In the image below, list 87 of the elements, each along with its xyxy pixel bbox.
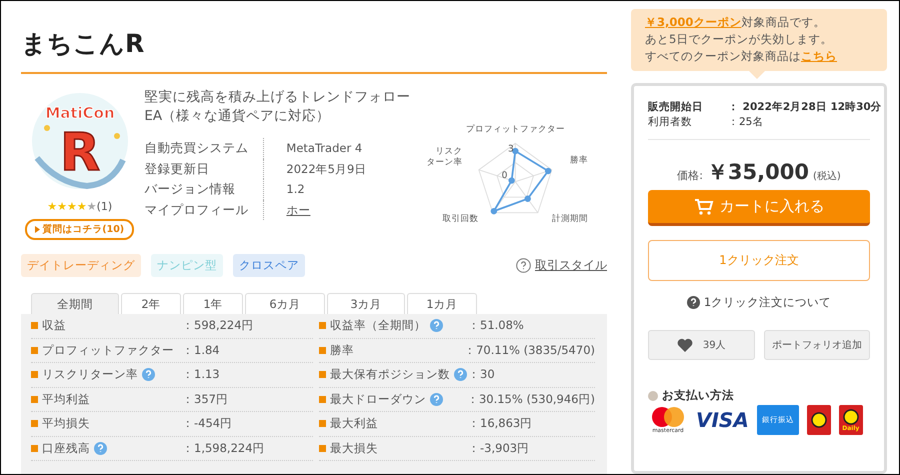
stat-label: 最大損失 — [330, 440, 378, 456]
help-icon — [686, 296, 700, 309]
stat-label: 口座残高 — [42, 440, 90, 456]
sale-value: ：25名 — [728, 115, 764, 129]
bullet-icon — [31, 396, 38, 403]
bullet-icon — [319, 322, 326, 330]
sale-label: 販売開始日 — [648, 100, 704, 114]
info-value: MetaTrader 4 — [286, 141, 362, 155]
period-tab[interactable]: 1カ月 — [407, 293, 477, 314]
style-tag: デイトレーディング — [21, 254, 141, 277]
stat-value: ：-454円 — [182, 416, 232, 432]
axis-label: プロフィットファクター — [466, 124, 566, 134]
stat-value: ：70.11% (3835/5470) — [464, 342, 595, 358]
visa-logo: VISA — [696, 408, 749, 432]
cart-icon — [694, 198, 714, 216]
help-icon — [516, 258, 531, 273]
axis-label: 計測期間 — [552, 214, 588, 224]
payment-title: お支払い方法 — [662, 388, 734, 403]
add-portfolio-button[interactable]: ポートフォリオ追加 — [764, 330, 870, 360]
bullet-icon — [319, 396, 326, 403]
coupon-text: あと5日でクーポンが失効します。 — [645, 31, 834, 48]
tick-label: 3 — [508, 144, 514, 155]
daily-logo — [806, 405, 831, 435]
stat-label: リスクリターン率 — [42, 367, 138, 382]
bullet-icon — [319, 444, 326, 452]
star-rating: ★★★★★(1) — [47, 200, 112, 213]
bullet-icon — [31, 444, 38, 452]
stat-label: 収益 — [42, 318, 66, 334]
tick-label: 0 — [502, 171, 508, 182]
bullet-icon — [648, 390, 658, 400]
bullet-icon — [31, 420, 38, 428]
info-value: 2022年5月9日 — [286, 162, 366, 176]
period-tab[interactable]: 2年 — [121, 293, 181, 314]
stat-label: 最大ドローダウン — [330, 392, 426, 407]
stat-label: 勝率 — [330, 342, 354, 358]
trading-style-link[interactable]: 取引スタイル — [535, 257, 607, 274]
tax-note: (税込) — [812, 170, 841, 183]
page-title: まちこんR — [21, 27, 607, 74]
stat-label: 収益率（全期間） — [330, 318, 426, 334]
sale-value: ： 2022年2月28日 12時30分 — [728, 100, 882, 114]
axis-label: 取引回数 — [442, 214, 479, 224]
one-click-help-link[interactable]: 1クリック注文について — [704, 295, 832, 310]
stat-value: ：1.13 — [182, 367, 220, 382]
profile-link[interactable]: ホー — [286, 202, 310, 216]
info-label: バージョン情報 — [144, 179, 264, 200]
period-tab[interactable]: 1年 — [183, 293, 243, 314]
coupon-text: 対象商品です。 — [741, 15, 826, 29]
style-tag: ナンピン型 — [151, 254, 223, 277]
style-tag: クロスペア — [233, 254, 305, 277]
stat-value: ：598,224円 — [182, 318, 254, 334]
info-label: 登録更新日 — [144, 158, 264, 179]
stat-value: ：1.84 — [182, 342, 220, 358]
axis-label: リスク ターン率 — [426, 146, 463, 168]
product-tagline: 堅実に残高を積み上げるトレンドフォローEA（様々な通貨ペアに対応） — [144, 88, 412, 126]
coupon-text: すべてのクーポン対象商品は — [645, 49, 801, 63]
stat-value: ：30 — [468, 367, 495, 382]
period-tab[interactable]: 全期間 — [31, 293, 119, 314]
price-amount: ￥35,000 — [706, 159, 809, 186]
bullet-icon — [31, 322, 38, 330]
stat-value: ：51.08% — [468, 318, 524, 334]
stat-value: ：30.15% (530,946円) — [466, 392, 595, 407]
stat-value: ：16,863円 — [468, 416, 532, 432]
period-tab[interactable]: 6カ月 — [245, 293, 325, 314]
period-tab[interactable]: 3カ月 — [327, 293, 405, 314]
stat-label: 最大保有ポジション数 — [330, 367, 450, 382]
stat-value: ：1,598,224円 — [182, 440, 265, 456]
bullet-icon — [31, 346, 38, 354]
info-value: 1.2 — [286, 182, 305, 196]
stat-label: 平均損失 — [42, 416, 90, 432]
price-label: 価格: — [677, 168, 703, 183]
info-label: 自動売買システム — [144, 138, 264, 158]
stat-value: ：357円 — [182, 392, 228, 407]
favorite-button[interactable]: 39人 — [648, 330, 754, 360]
stat-label: プロフィットファクター — [42, 342, 174, 358]
bullet-icon — [319, 371, 326, 378]
stat-value: ：-3,903円 — [468, 440, 530, 456]
info-label: マイプロフィール — [144, 200, 264, 220]
sale-label: 利用者数 — [648, 115, 693, 129]
bullet-icon — [319, 420, 326, 428]
review-count: (1) — [96, 200, 112, 213]
bullet-icon — [319, 346, 326, 354]
triangle-icon — [35, 226, 40, 233]
stat-label: 最大利益 — [330, 416, 378, 432]
heart-icon — [676, 338, 693, 352]
axis-label: 勝率 — [570, 156, 588, 166]
stat-label: 平均利益 — [42, 392, 90, 407]
bullet-icon — [31, 371, 38, 378]
